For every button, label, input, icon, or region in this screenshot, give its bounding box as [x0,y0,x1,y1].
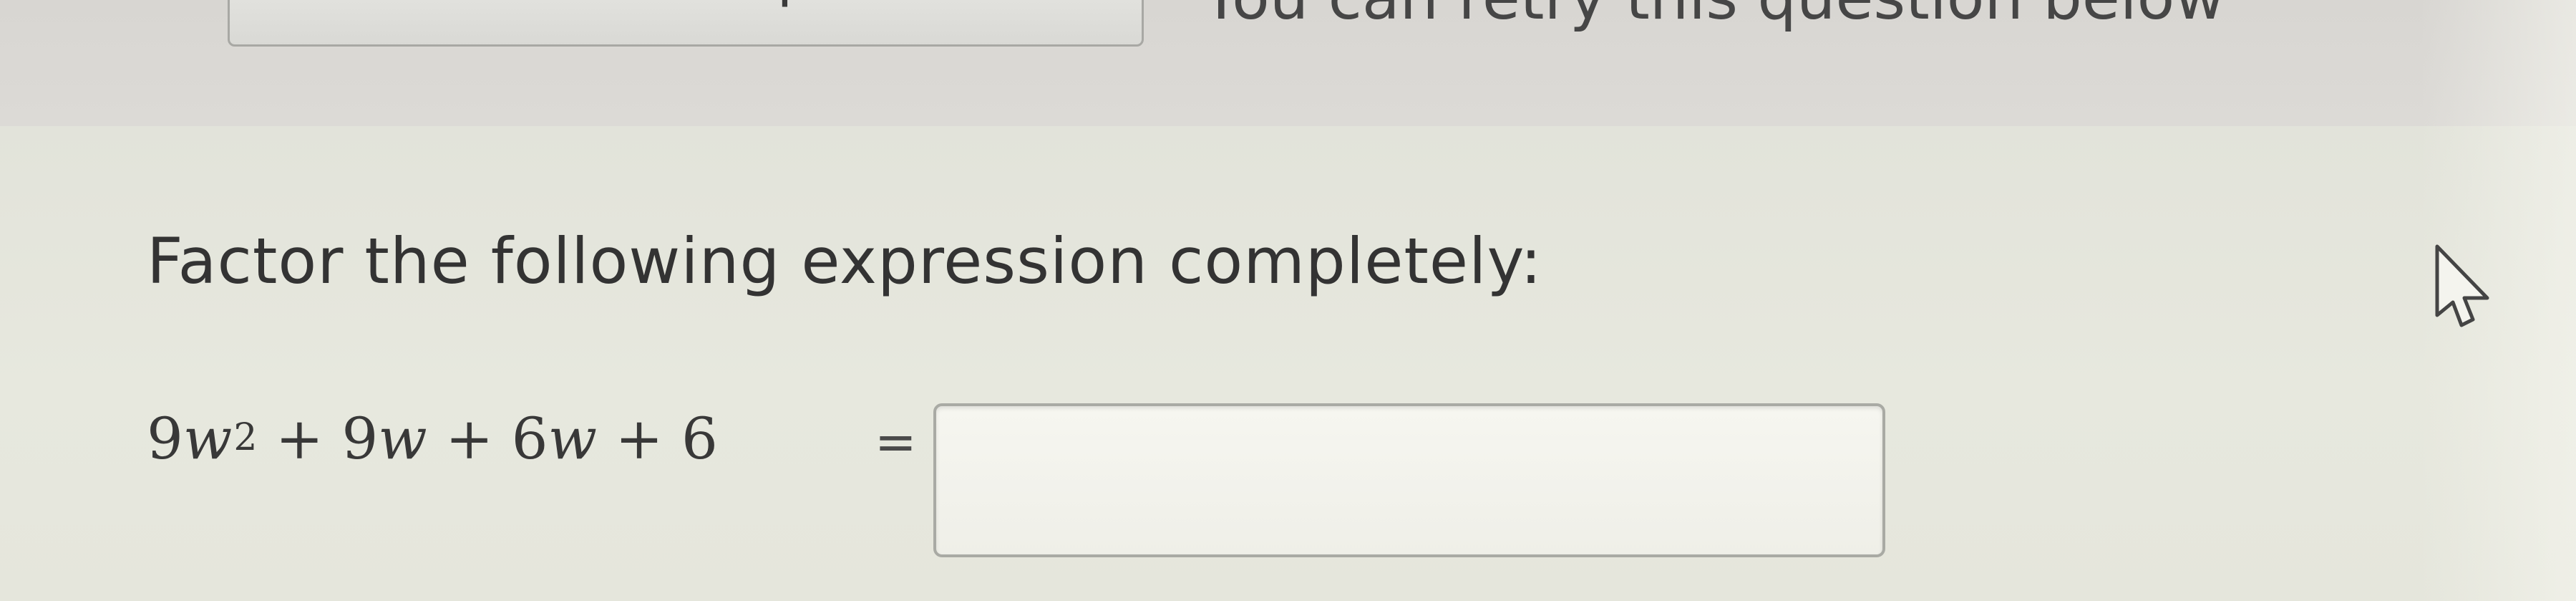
mouse-pointer-icon [2435,244,2489,327]
retry-notice: You can retry this question below [1202,0,2247,37]
term2-variable: w [378,405,427,472]
term3-variable: w [548,405,598,472]
term1-coefficient: 9 [147,405,183,472]
math-expression: 9w2 + 9w + 6w + 6 [147,400,718,486]
term1-exponent: 2 [233,416,258,459]
term4-constant: 6 [681,405,718,472]
operator-plus-3: + [597,405,681,472]
operator-plus-1: + [257,405,342,472]
question-prompt: Factor the following expression complete… [147,224,1542,298]
term2-coefficient: 9 [341,405,379,472]
similar-question-button[interactable]: See a similar question [228,0,1144,47]
term1-variable: w [183,405,233,472]
equals-sign: = [875,413,917,471]
similar-question-button-label: See a similar question [368,0,1003,15]
answer-input[interactable] [933,403,1885,557]
operator-plus-2: + [427,405,512,472]
term3-coefficient: 6 [511,405,548,472]
